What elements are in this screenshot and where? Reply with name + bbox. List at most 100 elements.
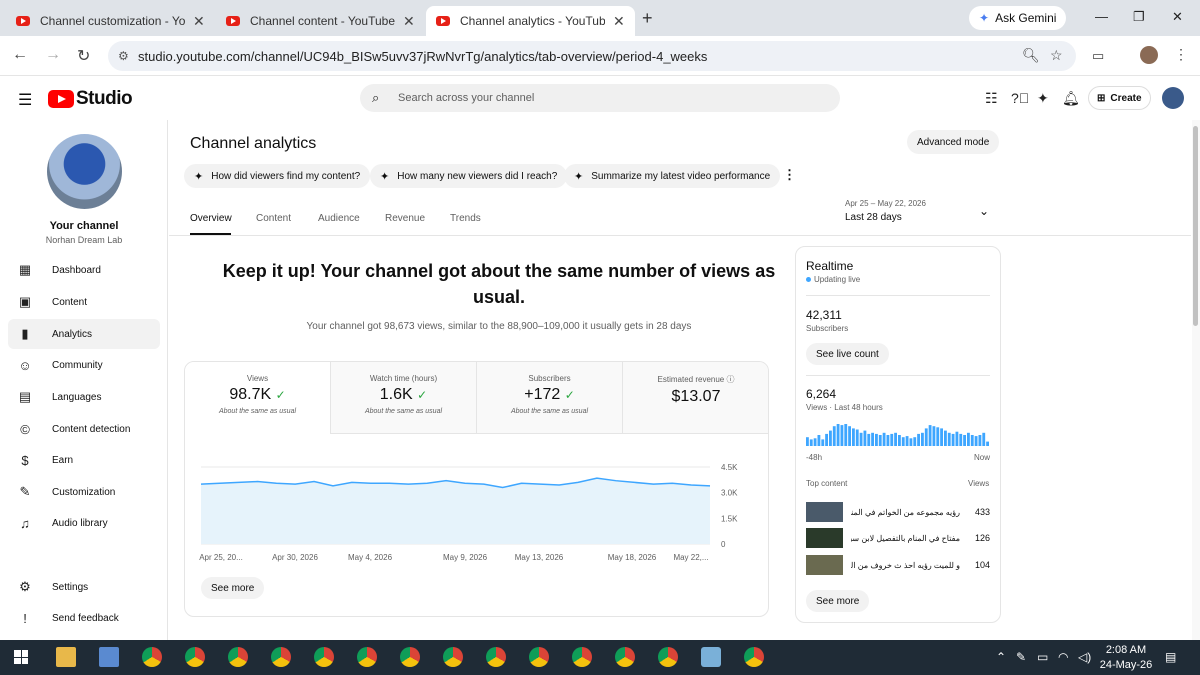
chrome-icon[interactable] <box>142 647 162 667</box>
chrome-icon[interactable] <box>744 647 764 667</box>
restore-icon[interactable]: ❐ <box>1133 9 1145 25</box>
realtime-bar[interactable] <box>978 435 982 446</box>
realtime-bar[interactable] <box>863 430 867 446</box>
sidebar-item-community[interactable]: ☺ Community <box>8 350 160 380</box>
top-content-row[interactable]: و للميت رؤيه احذ ث خروف من الميت... 104 <box>806 554 990 576</box>
scrollbar-thumb[interactable] <box>1193 126 1198 326</box>
realtime-bar[interactable] <box>913 437 917 446</box>
minimize-icon[interactable]: — <box>1095 9 1108 24</box>
gemini-sparkle-icon[interactable]: ✦ <box>1037 90 1049 107</box>
metric-revenue[interactable]: Estimated revenue ⓘ $13.07 <box>623 362 768 434</box>
realtime-bar[interactable] <box>970 435 974 446</box>
realtime-bar[interactable] <box>936 427 940 446</box>
pen-icon[interactable]: ✎ <box>1016 650 1026 664</box>
see-more-button[interactable]: See more <box>201 577 265 599</box>
menu-icon[interactable]: ☰ <box>18 90 32 110</box>
chrome-icon[interactable] <box>572 647 592 667</box>
wifi-icon[interactable]: ◠ <box>1058 650 1068 664</box>
calculator-icon[interactable] <box>99 647 119 667</box>
top-content-row[interactable]: مفتاح في المنام بالتفصيل لابن سيرين... 1… <box>806 527 990 549</box>
chrome-icon[interactable] <box>615 647 635 667</box>
tab-revenue[interactable]: Revenue <box>385 213 425 224</box>
forward-icon[interactable]: → <box>45 46 61 64</box>
realtime-bar[interactable] <box>947 432 951 446</box>
close-icon[interactable]: ✕ <box>403 13 415 30</box>
feedback-icon[interactable]: ☷ <box>985 90 998 107</box>
browser-tab[interactable]: Channel content - YouTube Studio ✕ <box>216 6 425 36</box>
studio-logo[interactable]: Studio <box>48 88 133 110</box>
realtime-bar[interactable] <box>898 435 901 446</box>
suggestion-chip[interactable]: ✦ How many new viewers did I reach? <box>370 164 568 188</box>
channel-avatar[interactable] <box>47 134 122 209</box>
window-close-icon[interactable]: ✕ <box>1172 9 1183 25</box>
realtime-bar[interactable] <box>944 430 947 446</box>
chrome-icon-active[interactable] <box>658 647 678 667</box>
realtime-bar[interactable] <box>882 432 886 446</box>
file-explorer-icon[interactable] <box>56 647 76 667</box>
sidebar-item-customization[interactable]: ✎ Customization <box>8 477 160 507</box>
chrome-icon[interactable] <box>314 647 334 667</box>
sidebar-item-content[interactable]: ▣ Content <box>8 287 160 317</box>
help-icon[interactable]: ?⃝ <box>1011 90 1029 106</box>
cast-icon[interactable]: ▭ <box>1092 48 1104 64</box>
sidebar-item-dashboard[interactable]: ▦ Dashboard <box>8 255 160 285</box>
tab-audience[interactable]: Audience <box>318 213 360 224</box>
close-icon[interactable]: ✕ <box>613 13 625 30</box>
realtime-bar[interactable] <box>905 436 909 446</box>
realtime-bar[interactable] <box>894 432 897 446</box>
more-options-icon[interactable]: ⋮ <box>783 167 796 183</box>
realtime-bar[interactable] <box>852 428 855 446</box>
realtime-bar[interactable] <box>875 433 878 446</box>
realtime-bar[interactable] <box>821 439 825 446</box>
chrome-icon[interactable] <box>486 647 506 667</box>
realtime-bar[interactable] <box>806 437 809 446</box>
sidebar-item-earn[interactable]: $ Earn <box>8 445 160 475</box>
account-avatar[interactable] <box>1162 87 1184 109</box>
sidebar-item-settings[interactable]: ⚙ Settings <box>8 572 160 602</box>
realtime-bar[interactable] <box>836 424 840 446</box>
sidebar-item-analytics[interactable]: ▮ Analytics <box>8 319 160 349</box>
realtime-bar[interactable] <box>832 426 836 446</box>
realtime-bar[interactable] <box>928 425 932 446</box>
realtime-bar[interactable] <box>974 436 978 446</box>
chrome-icon[interactable] <box>271 647 291 667</box>
search-input[interactable]: ⌕ Search across your channel <box>360 84 840 112</box>
page-scrollbar[interactable] <box>1192 120 1200 640</box>
realtime-bar[interactable] <box>867 433 871 446</box>
realtime-bar[interactable] <box>909 438 913 446</box>
chrome-icon[interactable] <box>357 647 377 667</box>
zoom-icon[interactable]: 🔍︎ <box>1022 47 1040 64</box>
notifications-icon[interactable]: 🔔︎ <box>1062 90 1080 107</box>
metric-subscribers[interactable]: Subscribers +172 ✓ About the same as usu… <box>477 362 623 434</box>
back-icon[interactable]: ← <box>12 46 28 64</box>
realtime-bar[interactable] <box>959 433 963 446</box>
realtime-bar[interactable] <box>817 435 821 446</box>
tab-content[interactable]: Content <box>256 213 291 224</box>
realtime-bar[interactable] <box>855 429 859 447</box>
see-live-count-button[interactable]: See live count <box>806 343 889 365</box>
realtime-bar[interactable] <box>967 432 970 446</box>
realtime-bar[interactable] <box>986 441 989 446</box>
metric-views[interactable]: Views 98.7K ✓ About the same as usual <box>185 362 331 434</box>
sidebar-item-content-detection[interactable]: © Content detection <box>8 414 160 444</box>
tab-overview[interactable]: Overview <box>190 213 232 224</box>
realtime-bar[interactable] <box>886 435 890 446</box>
chrome-icon[interactable] <box>443 647 463 667</box>
suggestion-chip[interactable]: ✦ Summarize my latest video performance <box>564 164 781 188</box>
sidebar-item-languages[interactable]: ▤ Languages <box>8 382 160 412</box>
realtime-bar[interactable] <box>829 430 832 446</box>
realtime-bar[interactable] <box>890 433 894 446</box>
realtime-bar[interactable] <box>932 426 936 446</box>
chrome-icon[interactable] <box>185 647 205 667</box>
realtime-bar[interactable] <box>840 425 844 446</box>
realtime-bar[interactable] <box>859 432 863 446</box>
notepad-icon[interactable] <box>701 647 721 667</box>
realtime-bar[interactable] <box>955 431 959 446</box>
browser-menu-icon[interactable]: ⋮ <box>1174 46 1188 63</box>
create-button[interactable]: ⊞ Create <box>1088 86 1151 110</box>
realtime-bar[interactable] <box>940 428 943 446</box>
tray-overflow-icon[interactable]: ⌃ <box>996 650 1006 664</box>
realtime-bar[interactable] <box>813 438 817 446</box>
close-icon[interactable]: ✕ <box>193 13 205 30</box>
notifications-center-icon[interactable]: ▤ <box>1165 650 1176 664</box>
